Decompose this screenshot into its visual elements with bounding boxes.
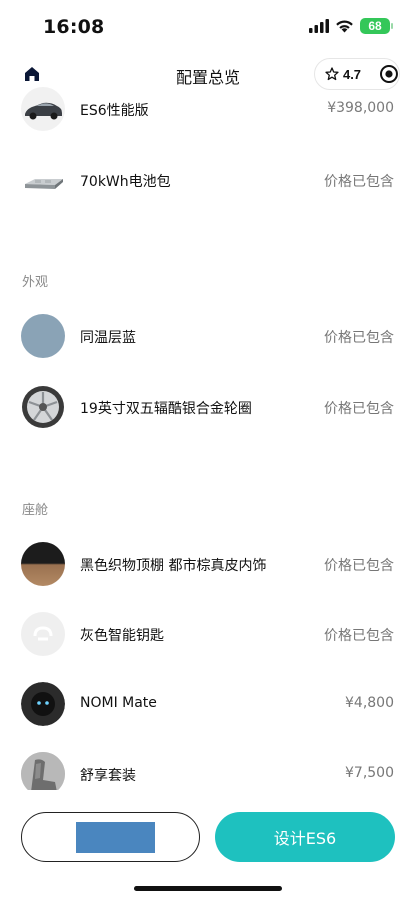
bottom-action-bar: 设计ES6 (0, 790, 416, 900)
item-name: 70kWh电池包 (80, 174, 171, 190)
section-title-exterior: 外观 (22, 275, 49, 290)
item-price: 价格已包含 (324, 330, 394, 346)
item-name: 同温层蓝 (80, 330, 136, 346)
signal-icon (309, 19, 329, 33)
secondary-button[interactable] (21, 812, 200, 862)
item-name: NOMI Mate (80, 695, 157, 711)
nomi-thumbnail (21, 682, 65, 726)
item-name: 19英寸双五辐酷银合金轮圈 (80, 401, 252, 417)
item-name: ES6性能版 (80, 103, 149, 119)
list-item[interactable]: 灰色智能钥匙 价格已包含 (0, 606, 416, 662)
status-icons: 68 (309, 18, 393, 34)
list-item[interactable]: ES6性能版 ¥398,000 (0, 81, 416, 137)
item-price: 价格已包含 (324, 558, 394, 574)
battery-level: 68 (368, 19, 382, 33)
status-bar: 16:08 68 (0, 0, 416, 54)
item-price: ¥7,500 (345, 765, 394, 781)
item-price: 价格已包含 (324, 401, 394, 417)
list-item[interactable]: 19英寸双五辐酷银合金轮圈 价格已包含 (0, 379, 416, 435)
redacted-label (76, 822, 155, 853)
section-title-cabin: 座舱 (22, 503, 49, 518)
wheel-thumbnail (21, 385, 65, 429)
color-swatch-blue (21, 314, 65, 358)
list-item[interactable]: 黑色织物顶棚 都市棕真皮内饰 价格已包含 (0, 536, 416, 592)
list-item[interactable]: 同温层蓝 价格已包含 (0, 308, 416, 364)
list-item[interactable]: 70kWh电池包 价格已包含 (0, 152, 416, 208)
design-es6-button[interactable]: 设计ES6 (215, 812, 395, 862)
battery-pack-thumbnail (21, 158, 65, 202)
item-name: 黑色织物顶棚 都市棕真皮内饰 (80, 558, 267, 574)
item-price: 价格已包含 (324, 628, 394, 644)
design-es6-label: 设计ES6 (273, 829, 337, 848)
home-indicator (134, 886, 282, 891)
item-price: ¥4,800 (345, 695, 394, 711)
wifi-icon (336, 20, 353, 33)
car-thumbnail (21, 87, 65, 131)
interior-swatch (21, 542, 65, 586)
list-item[interactable]: NOMI Mate ¥4,800 (0, 676, 416, 732)
item-name: 舒享套装 (80, 768, 136, 784)
item-name: 灰色智能钥匙 (80, 628, 164, 644)
battery-icon: 68 (360, 18, 393, 34)
item-price: ¥398,000 (327, 100, 394, 116)
smart-key-thumbnail (21, 612, 65, 656)
rating-value: 4.7 (342, 66, 362, 82)
status-time: 16:08 (43, 16, 105, 38)
item-price: 价格已包含 (324, 174, 394, 190)
star-icon (325, 67, 339, 81)
